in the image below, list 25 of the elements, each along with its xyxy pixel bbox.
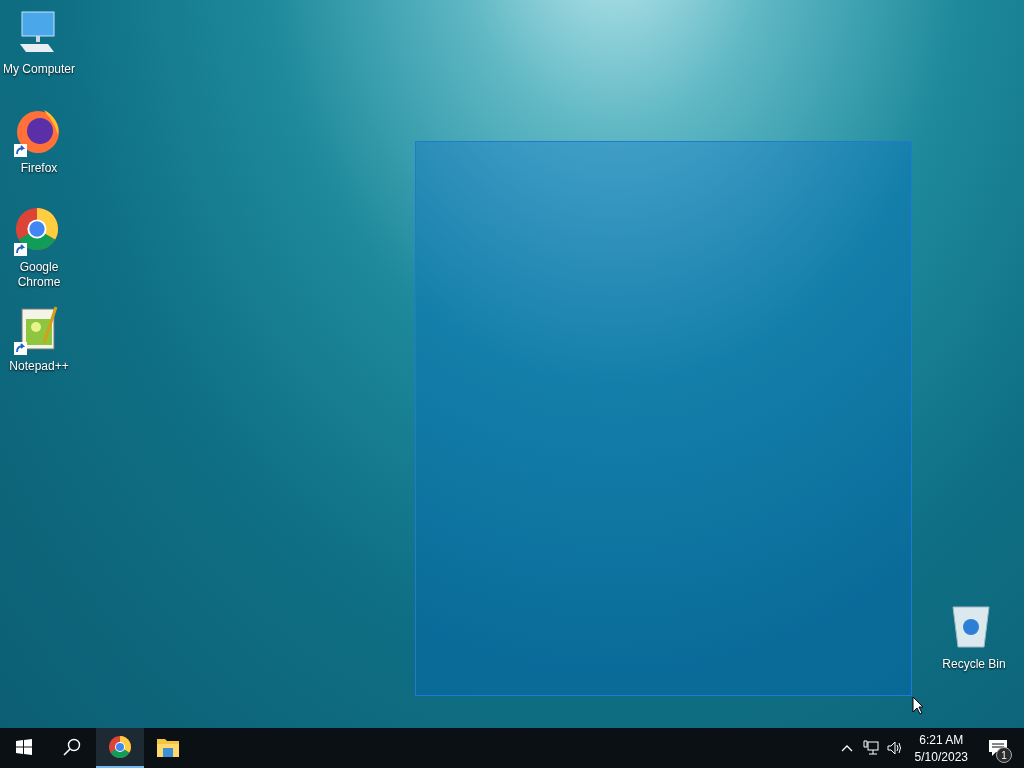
notification-count: 1	[996, 747, 1012, 763]
icon-label: Recycle Bin	[941, 657, 1007, 672]
taskbar-button[interactable]	[96, 728, 144, 768]
mouse-pointer-icon	[912, 696, 924, 715]
icon-label: My Computer	[2, 62, 76, 77]
browser-logo-icon	[14, 206, 60, 252]
recycle-bin-icon	[949, 603, 993, 649]
notifications-button[interactable]: 1	[976, 728, 1020, 768]
speaker-icon	[886, 740, 903, 756]
windows-logo-icon	[16, 739, 32, 755]
search-icon	[63, 738, 81, 756]
icon-label: Google Chrome	[16, 260, 62, 290]
desktop-shortcut[interactable]: My Computer	[0, 0, 78, 99]
desktop-shortcut[interactable]: Notepad++	[0, 297, 78, 396]
chevron-up-icon	[840, 744, 853, 752]
folder-icon	[156, 736, 180, 758]
browser-logo-icon	[108, 735, 132, 759]
fox-logo-icon	[14, 107, 62, 155]
icon-label: Firefox	[19, 161, 59, 176]
desktop-shortcut[interactable]: Recycle Bin	[934, 595, 1014, 694]
desktop-shortcut[interactable]: Firefox	[0, 99, 78, 198]
icon-label: Notepad++	[8, 359, 70, 374]
clock-button[interactable]: 6:21 AM 5/10/2023	[906, 728, 976, 768]
network-icon	[862, 740, 879, 756]
desktop-shortcut[interactable]: Google Chrome	[0, 198, 78, 297]
